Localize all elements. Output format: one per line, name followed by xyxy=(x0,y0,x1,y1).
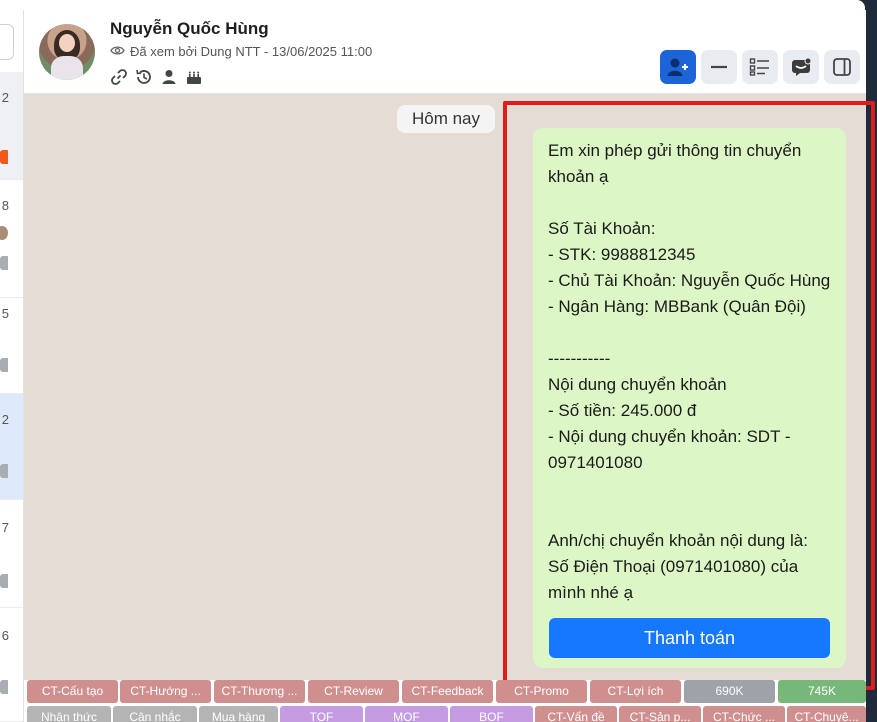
conversation-count: 2 xyxy=(1,412,9,427)
conversation-item[interactable]: 2 xyxy=(0,72,23,180)
tag-button[interactable]: CT-Sản p... xyxy=(619,706,701,722)
orange-badge-icon xyxy=(0,150,8,164)
seen-status: Đã xem bởi Dung NTT - 13/06/2025 11:00 xyxy=(110,44,372,59)
tag-button[interactable]: TOF xyxy=(280,706,363,722)
tag-button[interactable]: CT-Promo xyxy=(496,680,587,703)
contact-avatar[interactable] xyxy=(39,24,95,80)
header-actions xyxy=(660,50,860,84)
tag-button[interactable]: MOF xyxy=(365,706,448,722)
highlight-box xyxy=(503,101,875,690)
tag-button[interactable]: 690K xyxy=(684,680,775,703)
cube-icon xyxy=(0,574,8,588)
seen-text: Đã xem bởi Dung NTT - 13/06/2025 11:00 xyxy=(130,44,373,59)
panel-toggle-button[interactable] xyxy=(824,50,860,84)
date-separator: Hôm nay xyxy=(397,105,495,133)
tag-button[interactable]: CT-Feedback xyxy=(402,680,493,703)
tag-button[interactable]: BOF xyxy=(450,706,533,722)
cube-icon xyxy=(0,464,8,478)
tag-button[interactable]: CT-Chuyê... xyxy=(787,706,866,722)
window-top-strip xyxy=(0,0,877,10)
tag-button[interactable]: Nhận thức xyxy=(27,706,111,722)
avatar-face xyxy=(59,34,75,52)
add-member-button[interactable] xyxy=(660,50,696,84)
eye-icon xyxy=(110,44,125,59)
conversation-count: 5 xyxy=(1,306,9,321)
tag-button[interactable]: CT-Chức ... xyxy=(703,706,785,722)
minimize-button[interactable] xyxy=(701,50,737,84)
conversation-count: 8 xyxy=(1,198,9,213)
tag-button[interactable]: CT-Cấu tạo xyxy=(27,680,118,703)
conversation-count: 2 xyxy=(1,90,9,105)
conversation-list: 2 8 5 2 7 6 xyxy=(0,10,24,722)
minus-icon xyxy=(711,65,727,69)
conversation-count: 6 xyxy=(1,628,9,643)
cube-icon xyxy=(0,680,8,694)
add-person-icon xyxy=(667,58,688,76)
cube-icon xyxy=(0,358,8,372)
avatar-icon xyxy=(0,226,8,240)
history-icon[interactable] xyxy=(135,68,153,86)
tag-bar: CT-Cấu tạo CT-Hướng ... CT-Thương ... CT… xyxy=(24,680,866,722)
contact-name[interactable]: Nguyễn Quốc Hùng xyxy=(110,19,269,39)
conversation-count: 7 xyxy=(1,520,9,535)
conversation-item[interactable]: 6 xyxy=(0,608,23,722)
tag-button[interactable]: CT-Review xyxy=(308,680,399,703)
tag-button[interactable]: CT-Thương ... xyxy=(214,680,305,703)
checklist-icon xyxy=(749,58,769,76)
tag-button[interactable]: 745K xyxy=(778,680,866,703)
birthday-cake-icon[interactable] xyxy=(185,68,203,86)
tag-button[interactable]: CT-Vấn đề xyxy=(535,706,617,722)
cube-icon xyxy=(0,256,8,270)
tag-button[interactable]: CT-Lợi ích xyxy=(590,680,681,703)
tag-button[interactable]: Mua hàng xyxy=(199,706,278,722)
conversation-item[interactable]: 5 xyxy=(0,298,23,394)
tag-button[interactable]: CT-Hướng ... xyxy=(120,680,211,703)
sidebar-panel-icon xyxy=(833,58,851,76)
chat-icon-button[interactable] xyxy=(783,50,819,84)
list-button[interactable] xyxy=(742,50,778,84)
tag-button[interactable]: Cân nhắc xyxy=(113,706,197,722)
chat-header: Nguyễn Quốc Hùng Đã xem bởi Dung NTT - 1… xyxy=(24,10,866,94)
conversation-item[interactable]: 8 xyxy=(0,180,23,298)
person-icon[interactable] xyxy=(160,68,178,86)
conversation-item-selected[interactable]: 2 xyxy=(0,394,23,500)
search-box-edge[interactable] xyxy=(0,24,14,60)
window-top-strip-inner xyxy=(0,0,865,10)
conversation-item[interactable]: 7 xyxy=(0,500,23,608)
link-icon[interactable] xyxy=(110,68,128,86)
header-icon-row xyxy=(110,68,203,86)
avatar-body xyxy=(51,56,83,80)
chat-bubble-icon xyxy=(792,57,812,76)
